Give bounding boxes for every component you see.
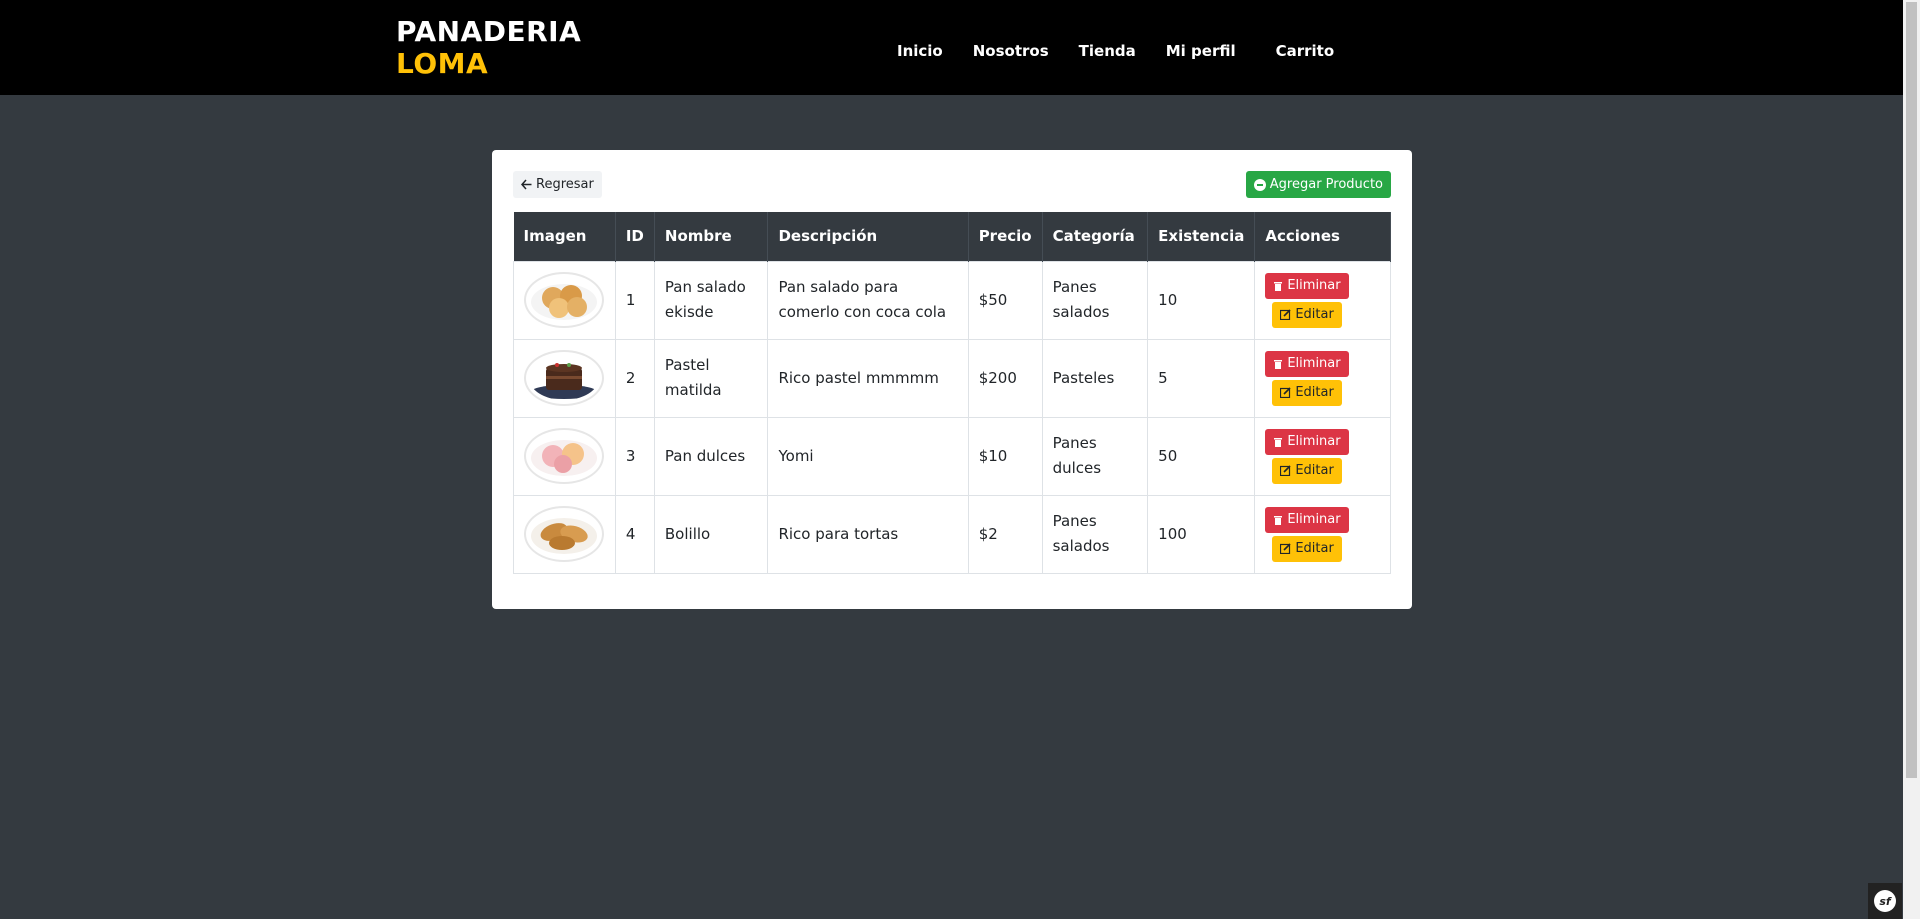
cell-actions: Eliminar Editar [1254,260,1391,340]
header-acciones: Acciones [1254,212,1391,261]
table-row: 4 Bolillo Rico para tortas $2 Panes sala… [513,494,1391,574]
edit-icon [1280,309,1291,320]
edit-button-label: Editar [1295,385,1334,400]
cell-name: Pan salado ekisde [653,260,769,340]
delete-button[interactable]: Eliminar [1265,506,1349,533]
cell-category: Panes salados [1041,494,1149,574]
cell-price: $10 [967,416,1043,496]
cell-stock: 10 [1147,260,1256,340]
edit-button-label: Editar [1295,541,1334,556]
trash-icon [1274,282,1283,291]
cell-name: Pastel matilda [653,338,769,418]
symfony-toolbar-badge[interactable]: sf [1868,883,1902,919]
edit-button[interactable]: Editar [1272,457,1342,484]
edit-icon [1280,387,1291,398]
header-existencia: Existencia [1147,212,1256,261]
edit-button[interactable]: Editar [1272,301,1342,328]
back-button-label: Regresar [536,177,594,192]
brand-line-1: PANADERIA [396,15,582,48]
delete-button-label: Eliminar [1287,356,1341,371]
nav-item-inicio[interactable]: Inicio [897,42,943,60]
table-header-row: Imagen ID Nombre Descripción Precio Cate… [513,212,1391,261]
product-image [524,350,604,406]
header-imagen: Imagen [513,212,616,261]
brand-line-2: LOMA [396,47,489,80]
products-card: Regresar Agregar Producto Imagen ID Nomb… [492,150,1412,609]
header-nombre: Nombre [654,212,769,261]
cell-stock: 5 [1147,338,1256,418]
nav-item-carrito[interactable]: Carrito [1276,42,1335,60]
cell-category: Panes salados [1041,260,1149,340]
brand-logo[interactable]: PANADERIA LOMA [396,16,581,80]
plus-circle-icon [1253,178,1266,191]
edit-icon [1280,465,1291,476]
cell-stock: 50 [1147,416,1256,496]
table-row: 3 Pan dulces Yomi $10 Panes dulces 50 El… [513,416,1391,496]
cell-id: 2 [614,338,655,418]
edit-button[interactable]: Editar [1272,535,1342,562]
header-id: ID [615,212,655,261]
nav-item-nosotros[interactable]: Nosotros [973,42,1049,60]
arrow-left-icon [521,179,532,190]
main-nav: Inicio Nosotros Tienda Mi perfil Carrito [897,42,1364,60]
cell-id: 3 [614,416,655,496]
delete-button-label: Eliminar [1287,278,1341,293]
products-table: Imagen ID Nombre Descripción Precio Cate… [513,212,1391,574]
symfony-logo-icon: sf [1874,890,1896,912]
cell-actions: Eliminar Editar [1254,494,1391,574]
scrollbar-thumb[interactable] [1906,2,1917,778]
cell-stock: 100 [1147,494,1256,574]
delete-button[interactable]: Eliminar [1265,428,1349,455]
delete-button-label: Eliminar [1287,434,1341,449]
delete-button-label: Eliminar [1287,512,1341,527]
cell-description: Yomi [767,416,969,496]
cell-actions: Eliminar Editar [1254,416,1391,496]
bolillo-bread-image [531,518,597,554]
trash-icon [1274,360,1283,369]
header-categoria: Categoría [1042,212,1149,261]
bread-rolls-image [531,284,597,320]
nav-item-tienda[interactable]: Tienda [1079,42,1136,60]
cell-image [513,260,616,340]
delete-button[interactable]: Eliminar [1265,350,1349,377]
cell-id: 1 [614,260,655,340]
product-image [524,428,604,484]
add-product-button[interactable]: Agregar Producto [1245,171,1391,198]
cell-description: Pan salado para comerlo con coca cola [767,260,969,340]
trash-icon [1274,438,1283,447]
cell-category: Pasteles [1041,338,1149,418]
page-scrollbar[interactable] [1903,0,1920,919]
delete-button[interactable]: Eliminar [1265,272,1349,299]
cell-price: $50 [967,260,1043,340]
header-descripcion: Descripción [767,212,969,261]
edit-button-label: Editar [1295,463,1334,478]
cell-image [513,338,616,418]
cell-image [513,494,616,574]
sweet-buns-image [531,440,597,476]
chocolate-cake-image [531,363,597,399]
product-image [524,272,604,328]
edit-icon [1280,543,1291,554]
trash-icon [1274,516,1283,525]
edit-button[interactable]: Editar [1272,379,1342,406]
table-row: 2 Pastel matilda Rico pastel mmmmm $200 … [513,338,1391,418]
cell-category: Panes dulces [1041,416,1149,496]
product-image [524,506,604,562]
header-precio: Precio [968,212,1043,261]
table-row: 1 Pan salado ekisde Pan salado para come… [513,260,1391,340]
cell-price: $2 [967,494,1043,574]
cell-image [513,416,616,496]
back-button[interactable]: Regresar [513,171,602,198]
top-navbar: PANADERIA LOMA Inicio Nosotros Tienda Mi… [0,0,1903,95]
edit-button-label: Editar [1295,307,1334,322]
cell-description: Rico para tortas [767,494,969,574]
cell-name: Pan dulces [653,416,769,496]
cell-price: $200 [967,338,1043,418]
cell-name: Bolillo [653,494,769,574]
cell-description: Rico pastel mmmmm [767,338,969,418]
cell-actions: Eliminar Editar [1254,338,1391,418]
cell-id: 4 [614,494,655,574]
add-product-label: Agregar Producto [1269,177,1383,192]
nav-item-mi-perfil[interactable]: Mi perfil [1166,42,1236,60]
